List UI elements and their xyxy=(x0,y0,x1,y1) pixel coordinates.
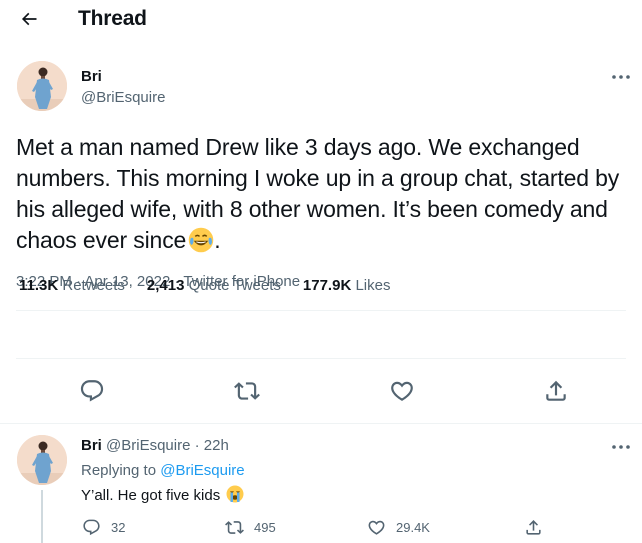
reply-like-button[interactable]: 29.4K xyxy=(367,518,430,537)
more-options-icon[interactable] xyxy=(610,72,632,82)
loudly-crying-face-icon xyxy=(226,485,244,503)
avatar[interactable] xyxy=(17,61,67,111)
avatar[interactable] xyxy=(17,435,67,485)
arrow-left-icon xyxy=(21,12,37,26)
thread-header: Thread xyxy=(0,0,642,40)
reply-icon xyxy=(83,519,100,536)
tweet-stats: 11.3K Retweets 2,413 Quote Tweets 177.9K… xyxy=(19,277,390,294)
tweet-body: Met a man named Drew like 3 days ago. We… xyxy=(16,134,620,253)
divider xyxy=(16,358,626,359)
share-icon xyxy=(526,520,541,535)
retweet-count: 495 xyxy=(254,520,276,535)
replying-to-handle[interactable]: @BriEsquire xyxy=(160,462,244,479)
reply-retweet-button[interactable]: 495 xyxy=(225,518,276,537)
tweet-text-suffix: . xyxy=(214,227,221,253)
tweet-text: Met a man named Drew like 3 days ago. We… xyxy=(16,132,638,256)
reply-author-handle[interactable]: @BriEsquire xyxy=(106,437,190,454)
author-name[interactable]: Bri xyxy=(81,68,102,85)
likes-label: Likes xyxy=(355,277,391,294)
divider xyxy=(0,423,642,424)
retweets-count: 11.3K xyxy=(19,277,59,294)
page-title: Thread xyxy=(78,7,147,30)
back-button[interactable] xyxy=(16,6,42,32)
likes-count: 177.9K xyxy=(302,277,352,294)
replying-to-label: Replying to xyxy=(81,462,157,479)
quotes-label: Quote Tweets xyxy=(188,277,281,294)
reply-header: Bri @BriEsquire · 22h xyxy=(81,437,229,454)
face-with-tears-of-joy-icon xyxy=(188,227,214,253)
retweets-stat[interactable]: 11.3K Retweets xyxy=(19,277,125,294)
share-icon[interactable] xyxy=(543,378,569,404)
reply-share-button[interactable] xyxy=(524,518,543,537)
reply-count: 32 xyxy=(111,520,126,535)
reply-body: Y’all. He got five kids xyxy=(81,487,221,504)
like-count: 29.4K xyxy=(396,520,430,535)
retweet-icon[interactable] xyxy=(234,378,260,404)
reply-author-name[interactable]: Bri xyxy=(81,437,102,454)
author-handle[interactable]: @BriEsquire xyxy=(81,89,165,106)
likes-stat[interactable]: 177.9K Likes xyxy=(303,277,391,294)
reply-actions: 32 495 29.4K xyxy=(0,518,642,540)
more-options-icon[interactable] xyxy=(610,442,632,452)
reply-age[interactable]: 22h xyxy=(204,437,229,454)
quote-tweets-stat[interactable]: 2,413 Quote Tweets xyxy=(147,277,281,294)
retweet-icon xyxy=(225,521,244,534)
tweet-actions xyxy=(0,378,642,408)
quotes-count: 2,413 xyxy=(146,277,185,294)
like-icon[interactable] xyxy=(389,378,415,404)
divider xyxy=(16,310,626,311)
reply-reply-button[interactable]: 32 xyxy=(82,518,125,537)
reply-separator: · xyxy=(194,437,200,454)
like-icon xyxy=(368,520,385,535)
replying-to: Replying to @BriEsquire xyxy=(81,462,245,479)
reply-icon[interactable] xyxy=(79,378,105,404)
reply-text: Y’all. He got five kids xyxy=(81,485,244,504)
retweets-label: Retweets xyxy=(62,277,125,294)
